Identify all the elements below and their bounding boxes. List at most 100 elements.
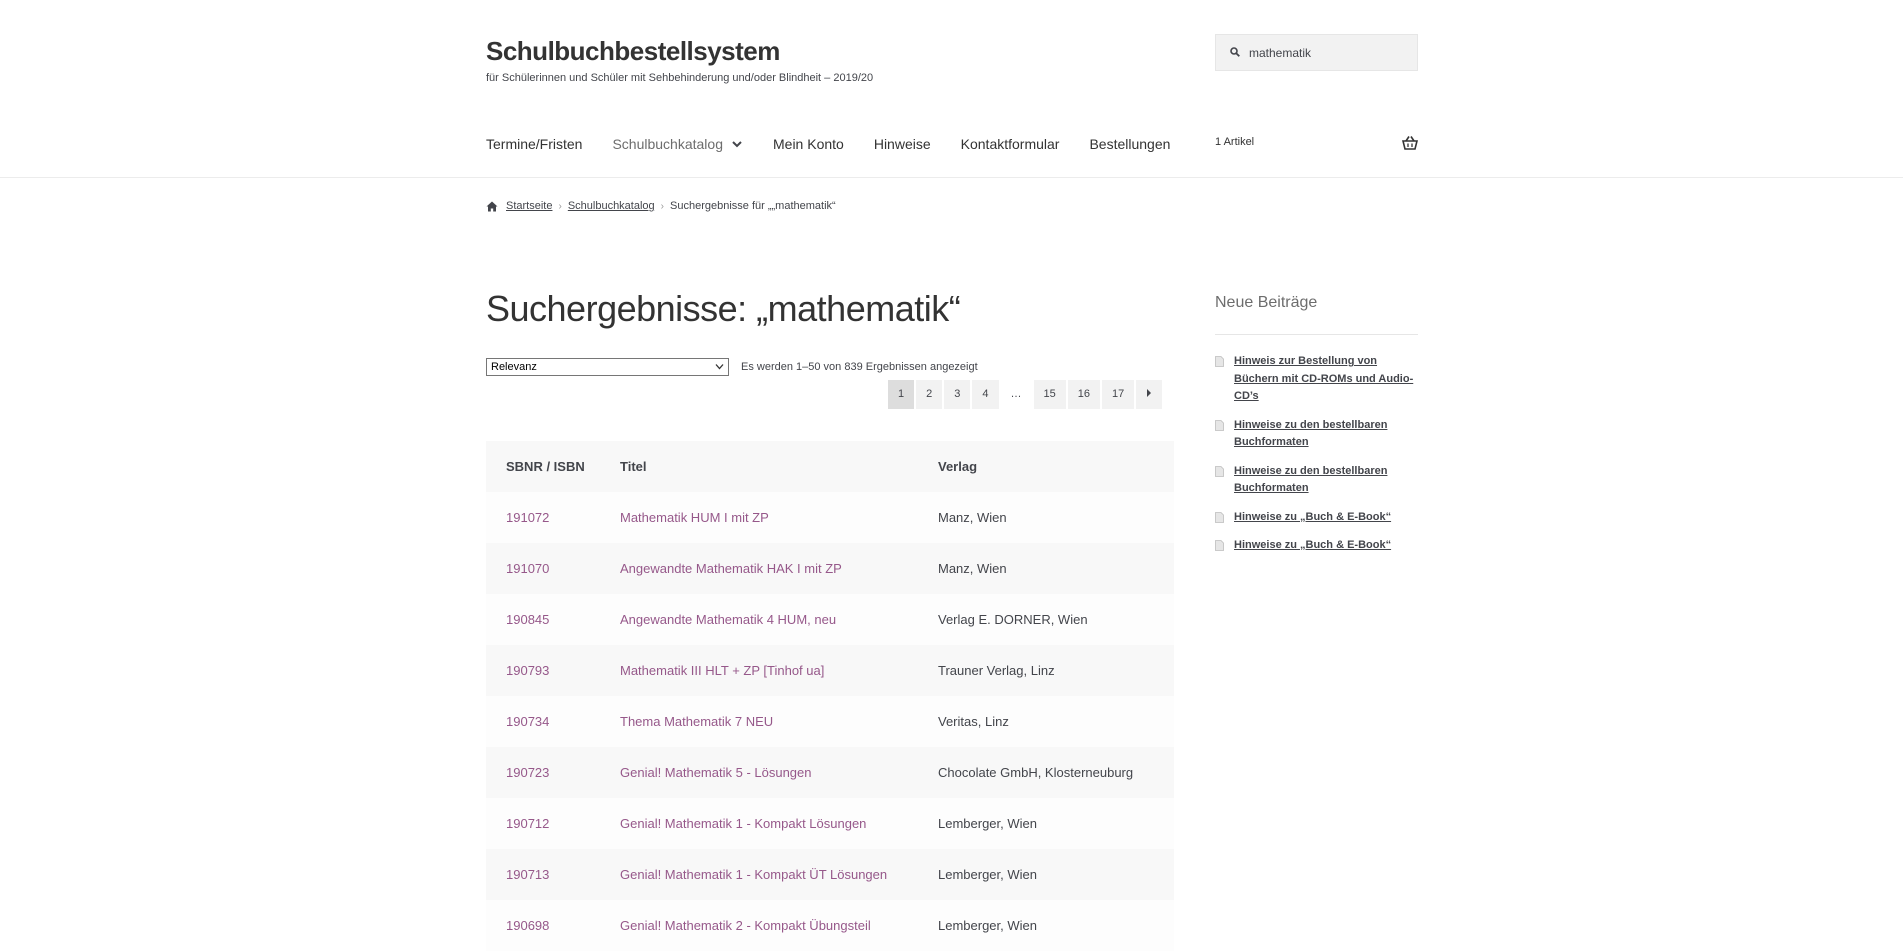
- sbnr-link[interactable]: 190845: [486, 612, 620, 627]
- title-link[interactable]: Mathematik HUM I mit ZP: [620, 510, 938, 525]
- nav-item-hinweise[interactable]: Hinweise: [874, 134, 931, 154]
- nav-item-schulbuchkatalog[interactable]: Schulbuchkatalog: [612, 134, 743, 154]
- column-header-sbnr: SBNR / ISBN: [506, 459, 585, 474]
- table-row: 191070 Angewandte Mathematik HAK I mit Z…: [486, 543, 1174, 594]
- table-row: 190712 Genial! Mathematik 1 - Kompakt Lö…: [486, 798, 1174, 849]
- publisher-cell: Manz, Wien: [938, 561, 1007, 576]
- nav-item-kontaktformular[interactable]: Kontaktformular: [961, 134, 1060, 154]
- nav-item-label: Mein Konto: [773, 136, 844, 152]
- nav-item-termine[interactable]: Termine/Fristen: [486, 134, 582, 154]
- publisher-cell: Lemberger, Wien: [938, 867, 1037, 882]
- site-description: für Schülerinnen und Schüler mit Sehbehi…: [486, 72, 874, 84]
- pagination: 1 2 3 4 … 15 16 17: [886, 380, 1163, 409]
- list-item: Hinweise zu „Buch & E-Book“: [1215, 509, 1418, 527]
- chevron-down-icon[interactable]: [731, 138, 743, 150]
- sbnr-link[interactable]: 191070: [486, 561, 620, 576]
- breadcrumb-home[interactable]: Startseite: [506, 200, 552, 212]
- breadcrumb-catalog[interactable]: Schulbuchkatalog: [568, 200, 655, 212]
- nav-item-label: Termine/Fristen: [486, 136, 583, 152]
- page-title: Suchergebnisse: „mathematik“: [486, 288, 961, 329]
- list-item: Hinweis zur Bestellung von Büchern mit C…: [1215, 353, 1418, 406]
- nav-item-bestellungen[interactable]: Bestellungen: [1089, 134, 1170, 154]
- result-count: Es werden 1–50 von 839 Ergebnissen angez…: [741, 361, 978, 373]
- breadcrumb-current: Suchergebnisse für „„mathematik“: [670, 200, 836, 212]
- sbnr-link[interactable]: 190712: [486, 816, 620, 831]
- column-header-publisher: Verlag: [938, 459, 978, 474]
- document-icon: [1215, 419, 1224, 431]
- title-link[interactable]: Mathematik III HLT + ZP [Tinhof ua]: [620, 663, 938, 678]
- title-link[interactable]: Genial! Mathematik 2 - Kompakt Übungstei…: [620, 918, 938, 933]
- sbnr-link[interactable]: 190713: [486, 867, 620, 882]
- post-link[interactable]: Hinweise zu den bestellbaren Buchformate…: [1234, 419, 1387, 449]
- search-value[interactable]: mathematik: [1249, 46, 1311, 60]
- title-link[interactable]: Angewandte Mathematik 4 HUM, neu: [620, 612, 938, 627]
- recent-posts-list: Hinweis zur Bestellung von Büchern mit C…: [1215, 353, 1418, 566]
- list-item: Hinweise zu den bestellbaren Buchformate…: [1215, 463, 1418, 498]
- search-input[interactable]: mathematik: [1215, 34, 1418, 71]
- breadcrumb-separator: ›: [558, 200, 562, 212]
- sidebar-widget-title: Neue Beiträge: [1215, 294, 1318, 311]
- sbnr-link[interactable]: 191072: [486, 510, 620, 525]
- sbnr-link[interactable]: 190734: [486, 714, 620, 729]
- cart-link[interactable]: 1 Artikel: [1215, 134, 1418, 154]
- document-icon: [1215, 356, 1224, 367]
- post-link[interactable]: Hinweise zu „Buch & E-Book“: [1234, 539, 1391, 551]
- post-link[interactable]: Hinweise zu „Buch & E-Book“: [1234, 511, 1391, 523]
- page-link[interactable]: 15: [1033, 380, 1066, 409]
- sbnr-link[interactable]: 190723: [486, 765, 620, 780]
- chevron-down-icon: [715, 364, 724, 370]
- search-icon: [1230, 47, 1240, 57]
- site-header: Schulbuchbestellsystem für Schülerinnen …: [486, 0, 1418, 178]
- document-icon: [1215, 511, 1224, 523]
- sidebar-divider: [1215, 334, 1418, 335]
- title-link[interactable]: Angewandte Mathematik HAK I mit ZP: [620, 561, 938, 576]
- arrow-right-icon: [1147, 389, 1152, 397]
- page-link[interactable]: 17: [1102, 380, 1135, 409]
- table-row: 191072 Mathematik HUM I mit ZP Manz, Wie…: [486, 492, 1174, 543]
- site-title[interactable]: Schulbuchbestellsystem: [486, 36, 780, 67]
- table-row: 190793 Mathematik III HLT + ZP [Tinhof u…: [486, 645, 1174, 696]
- basket-icon[interactable]: [1402, 135, 1418, 151]
- header-divider: [0, 177, 1903, 178]
- publisher-cell: Lemberger, Wien: [938, 918, 1037, 933]
- sbnr-link[interactable]: 190698: [486, 918, 620, 933]
- title-link[interactable]: Genial! Mathematik 5 - Lösungen: [620, 765, 938, 780]
- page-link[interactable]: 16: [1067, 380, 1100, 409]
- title-link[interactable]: Genial! Mathematik 1 - Kompakt ÜT Lösung…: [620, 867, 938, 882]
- table-row: 190723 Genial! Mathematik 5 - Lösungen C…: [486, 747, 1174, 798]
- table-header: SBNR / ISBN Titel Verlag: [486, 441, 1174, 492]
- sbnr-link[interactable]: 190793: [486, 663, 620, 678]
- publisher-cell: Verlag E. DORNER, Wien: [938, 612, 1088, 627]
- results-table: SBNR / ISBN Titel Verlag 191072 Mathemat…: [486, 441, 1174, 951]
- page-link[interactable]: 3: [944, 380, 971, 409]
- nav-item-label: Schulbuchkatalog: [612, 136, 723, 152]
- breadcrumb-separator: ›: [660, 200, 664, 212]
- home-icon: [486, 201, 498, 211]
- main-navigation: Termine/Fristen Schulbuchkatalog Mein Ko…: [486, 134, 1200, 154]
- list-item: Hinweise zu „Buch & E-Book“: [1215, 537, 1418, 555]
- post-link[interactable]: Hinweise zu den bestellbaren Buchformate…: [1234, 465, 1387, 495]
- page-ellipsis: …: [1010, 388, 1022, 400]
- cart-count[interactable]: 1 Artikel: [1215, 136, 1254, 148]
- table-row: 190713 Genial! Mathematik 1 - Kompakt ÜT…: [486, 849, 1174, 900]
- nav-item-label: Hinweise: [873, 136, 931, 152]
- publisher-cell: Chocolate GmbH, Klosterneuburg: [938, 765, 1134, 780]
- nav-item-label: Bestellungen: [1089, 136, 1171, 152]
- publisher-cell: Trauner Verlag, Linz: [938, 663, 1055, 678]
- next-page-button[interactable]: [1136, 380, 1163, 409]
- title-link[interactable]: Genial! Mathematik 1 - Kompakt Lösungen: [620, 816, 938, 831]
- publisher-cell: Veritas, Linz: [938, 714, 1009, 729]
- publisher-cell: Manz, Wien: [938, 510, 1007, 525]
- table-row: 190698 Genial! Mathematik 2 - Kompakt Üb…: [486, 900, 1174, 951]
- page-link[interactable]: 4: [972, 380, 999, 409]
- nav-item-mein-konto[interactable]: Mein Konto: [773, 134, 844, 154]
- page-link[interactable]: 2: [916, 380, 943, 409]
- document-icon: [1215, 540, 1224, 551]
- page-link-current[interactable]: 1: [888, 380, 915, 409]
- column-header-title: Titel: [620, 459, 647, 474]
- orderby-select[interactable]: Relevanz: [486, 358, 729, 376]
- post-link[interactable]: Hinweis zur Bestellung von Büchern mit C…: [1234, 355, 1413, 402]
- nav-item-label: Kontaktformular: [960, 136, 1060, 152]
- title-link[interactable]: Thema Mathematik 7 NEU: [620, 714, 938, 729]
- orderby-selected: Relevanz: [491, 361, 537, 373]
